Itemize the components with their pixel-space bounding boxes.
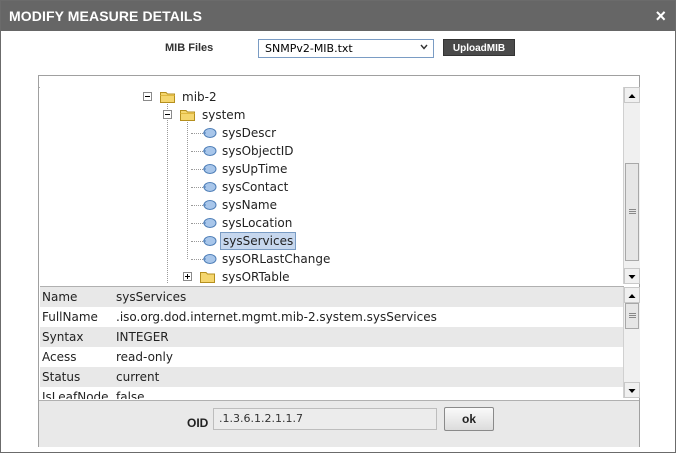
mib-leaf-icon (203, 236, 217, 246)
mib-browser-panel: mib-2 system sysDescr sysObjectID sysUpT… (38, 75, 640, 447)
oid-label: OID (187, 416, 209, 430)
mib-files-selected-value: SNMPv2-MIB.txt (265, 42, 353, 55)
property-row: Syntax INTEGER (40, 327, 624, 347)
mib-leaf-icon (203, 146, 217, 156)
properties-table[interactable]: Name sysServices FullName .iso.org.dod.i… (40, 286, 624, 399)
property-row: IsLeafNode false (40, 387, 624, 399)
property-key: Name (42, 290, 78, 304)
mib-leaf-icon (203, 128, 217, 138)
properties-scrollbar[interactable] (623, 287, 640, 398)
tree-node-label: mib-2 (182, 90, 217, 104)
mib-leaf-icon (203, 218, 217, 228)
scroll-up-button[interactable] (624, 287, 640, 303)
oid-bar: OID .1.3.6.1.2.1.1.7 ok (39, 400, 639, 447)
mib-leaf-icon (203, 182, 217, 192)
property-value: sysServices (116, 290, 187, 304)
tree-node-label: sysContact (222, 180, 289, 194)
tree-node-label: sysName (222, 198, 278, 212)
mib-tree[interactable]: mib-2 system sysDescr sysObjectID sysUpT… (40, 87, 624, 284)
tree-node-sysobjectid[interactable]: sysObjectID (40, 142, 620, 160)
property-value: .iso.org.dod.internet.mgmt.mib-2.system.… (116, 310, 437, 324)
property-value: INTEGER (116, 330, 169, 344)
mib-leaf-icon (203, 254, 217, 264)
tree-node-label: sysLocation (222, 216, 293, 230)
ok-button[interactable]: ok (444, 407, 494, 431)
tree-node-sysorlastchange[interactable]: sysORLastChange (40, 250, 620, 268)
property-value: current (116, 370, 160, 384)
mib-leaf-icon (203, 164, 217, 174)
mib-leaf-icon (203, 200, 217, 210)
tree-node-system[interactable]: system (40, 106, 620, 124)
property-key: IsLeafNode (42, 390, 109, 399)
tree-node-label: sysObjectID (222, 144, 294, 158)
arrow-up-icon (628, 294, 636, 298)
arrow-down-icon (628, 389, 636, 393)
property-key: Acess (42, 350, 77, 364)
tree-node-syscontact[interactable]: sysContact (40, 178, 620, 196)
property-value: read-only (116, 350, 173, 364)
tree-node-label: system (202, 108, 246, 122)
folder-open-icon (180, 110, 195, 121)
collapse-icon[interactable] (163, 110, 172, 119)
tree-node-mib-2[interactable]: mib-2 (40, 88, 620, 106)
expand-icon[interactable] (183, 272, 192, 281)
property-value: false (116, 390, 145, 399)
upload-mib-button[interactable]: UploadMIB (443, 39, 515, 56)
tree-node-label: sysORLastChange (222, 252, 331, 266)
property-key: Status (42, 370, 81, 384)
close-icon[interactable]: × (655, 6, 666, 26)
mib-files-select[interactable]: SNMPv2-MIB.txt (258, 39, 434, 58)
tree-node-label: sysORTable (222, 270, 290, 284)
arrow-up-icon (628, 94, 636, 98)
tree-node-sysdescr[interactable]: sysDescr (40, 124, 620, 142)
property-row: Name sysServices (40, 287, 624, 307)
property-key: FullName (42, 310, 98, 324)
scroll-up-button[interactable] (624, 87, 640, 103)
scroll-down-button[interactable] (624, 382, 640, 398)
property-row: FullName .iso.org.dod.internet.mgmt.mib-… (40, 307, 624, 327)
tree-node-sysname[interactable]: sysName (40, 196, 620, 214)
folder-open-icon (160, 92, 175, 103)
chevron-down-icon (420, 44, 428, 50)
tree-node-sysuptime[interactable]: sysUpTime (40, 160, 620, 178)
tree-node-sysservices[interactable]: sysServices (40, 232, 620, 250)
tree-node-label: sysDescr (222, 126, 277, 140)
folder-closed-icon (200, 272, 215, 283)
tree-scrollbar[interactable] (623, 87, 640, 284)
dialog-titlebar: MODIFY MEASURE DETAILS × (1, 1, 675, 31)
property-row: Acess read-only (40, 347, 624, 367)
scroll-down-button[interactable] (624, 268, 640, 284)
tree-node-label: sysUpTime (222, 162, 288, 176)
tree-node-label-selected: sysServices (220, 232, 297, 250)
scroll-thumb[interactable] (625, 163, 639, 261)
arrow-down-icon (628, 275, 636, 279)
scroll-thumb[interactable] (625, 303, 639, 329)
property-key: Syntax (42, 330, 84, 344)
tree-node-sysortable[interactable]: sysORTable (40, 268, 620, 284)
tree-node-syslocation[interactable]: sysLocation (40, 214, 620, 232)
property-row: Status current (40, 367, 624, 387)
mib-files-label: MIB Files (165, 42, 214, 54)
modify-measure-dialog: MODIFY MEASURE DETAILS × MIB Files SNMPv… (0, 0, 676, 453)
collapse-icon[interactable] (143, 92, 152, 101)
dialog-title: MODIFY MEASURE DETAILS (9, 8, 203, 24)
oid-field[interactable]: .1.3.6.1.2.1.1.7 (213, 408, 437, 430)
